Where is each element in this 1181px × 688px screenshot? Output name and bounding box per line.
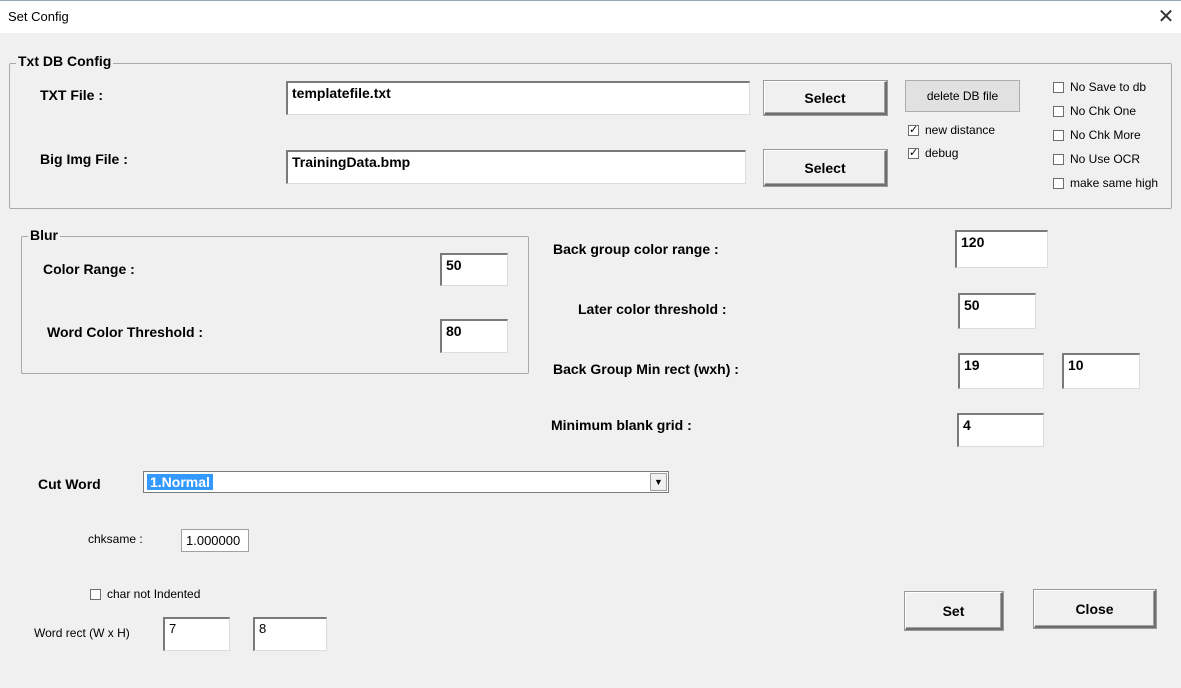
blur-label: Blur xyxy=(28,227,60,243)
no-chk-one-checkbox[interactable]: No Chk One xyxy=(1053,104,1136,118)
close-button[interactable]: Close xyxy=(1034,590,1156,628)
select-txt-file-button[interactable]: Select xyxy=(764,81,887,115)
make-same-high-checkbox[interactable]: make same high xyxy=(1053,176,1158,190)
word-color-threshold-label: Word Color Threshold : xyxy=(47,324,204,340)
no-save-to-db-checkbox[interactable]: No Save to db xyxy=(1053,80,1146,94)
new-distance-label: new distance xyxy=(925,123,996,137)
back-group-min-rect-label: Back Group Min rect (wxh) : xyxy=(553,361,739,377)
no-use-ocr-checkbox[interactable]: No Use OCR xyxy=(1053,152,1140,166)
no-chk-more-checkbox[interactable]: No Chk More xyxy=(1053,128,1141,142)
later-color-threshold-label: Later color threshold : xyxy=(578,301,727,317)
delete-db-file-button[interactable]: delete DB file xyxy=(905,80,1020,112)
close-icon[interactable]: ✕ xyxy=(1151,2,1181,32)
big-img-file-input[interactable]: TrainingData.bmp xyxy=(286,150,746,184)
word-rect-w-input[interactable]: 7 xyxy=(163,617,230,651)
txt-db-config-label: Txt DB Config xyxy=(16,53,114,69)
back-group-color-range-input[interactable]: 120 xyxy=(955,230,1048,268)
no-chk-more-label: No Chk More xyxy=(1070,128,1141,142)
chksame-input[interactable]: 1.000000 xyxy=(181,529,249,552)
no-chk-more-box xyxy=(1053,129,1064,141)
minimum-blank-grid-label: Minimum blank grid : xyxy=(551,417,692,433)
color-range-label: Color Range : xyxy=(43,261,135,277)
debug-checkbox[interactable]: ✓ debug xyxy=(908,146,958,160)
chevron-down-icon[interactable]: ▼ xyxy=(650,473,667,491)
no-save-to-db-label: No Save to db xyxy=(1070,80,1147,94)
color-range-input[interactable]: 50 xyxy=(440,253,508,286)
cut-word-select[interactable]: 1.Normal ▼ xyxy=(143,471,669,493)
no-use-ocr-box xyxy=(1053,153,1064,165)
back-group-min-w-input[interactable]: 19 xyxy=(958,353,1044,389)
set-button[interactable]: Set xyxy=(905,592,1003,630)
txt-file-label: TXT File : xyxy=(40,87,103,103)
word-rect-h-input[interactable]: 8 xyxy=(253,617,327,651)
no-save-to-db-box xyxy=(1053,81,1064,93)
word-color-threshold-input[interactable]: 80 xyxy=(440,319,508,353)
window-title: Set Config xyxy=(8,9,69,24)
back-group-min-h-input[interactable]: 10 xyxy=(1062,353,1140,389)
cut-word-selected: 1.Normal xyxy=(147,474,213,490)
big-img-file-label: Big Img File : xyxy=(40,151,128,167)
no-use-ocr-label: No Use OCR xyxy=(1070,152,1141,166)
back-group-color-range-label: Back group color range : xyxy=(553,241,719,257)
cut-word-label: Cut Word xyxy=(38,476,101,492)
char-not-indented-box xyxy=(90,588,101,600)
debug-box: ✓ xyxy=(908,146,919,159)
char-not-indented-checkbox[interactable]: char not Indented xyxy=(90,587,200,601)
new-distance-checkbox[interactable]: ✓ new distance xyxy=(908,123,995,137)
title-bar: Set Config ✕ xyxy=(0,0,1181,33)
debug-label: debug xyxy=(925,146,959,160)
make-same-high-box xyxy=(1053,177,1064,189)
word-rect-label: Word rect (W x H) xyxy=(34,626,130,640)
chksame-label: chksame : xyxy=(88,532,143,546)
txt-file-input[interactable]: templatefile.txt xyxy=(286,81,750,115)
no-chk-one-label: No Chk One xyxy=(1070,104,1137,118)
char-not-indented-label: char not Indented xyxy=(107,587,201,601)
select-big-img-button[interactable]: Select xyxy=(764,150,887,186)
minimum-blank-grid-input[interactable]: 4 xyxy=(957,413,1044,447)
make-same-high-label: make same high xyxy=(1070,176,1159,190)
new-distance-box: ✓ xyxy=(908,123,919,136)
later-color-threshold-input[interactable]: 50 xyxy=(958,293,1036,329)
no-chk-one-box xyxy=(1053,105,1064,117)
